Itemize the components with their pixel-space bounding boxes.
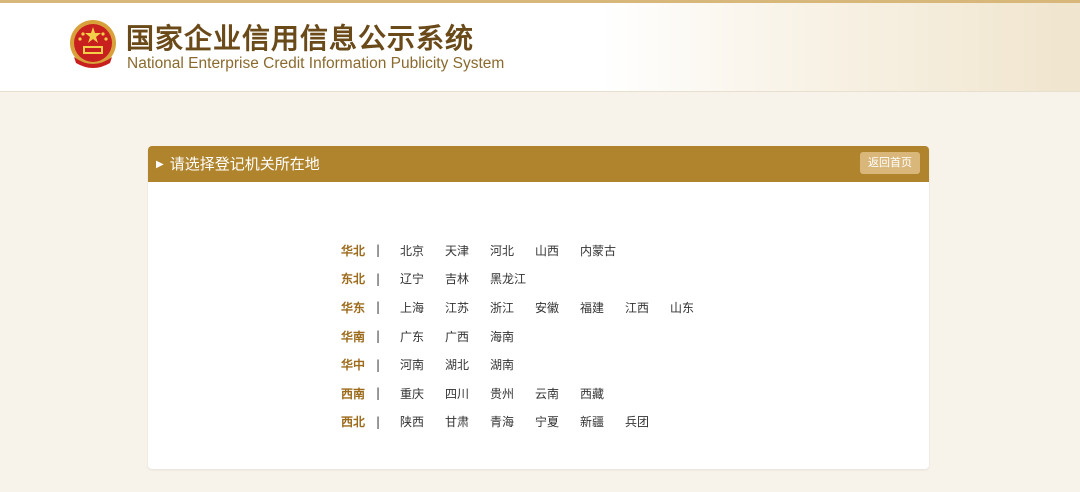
region-name: 华中 [341,358,366,373]
region-row: 华中 | 河南 湖北 湖南 [341,350,715,379]
region-name: 华南 [341,329,366,344]
site-title: 国家企业信用信息公示系统 [126,22,475,55]
province-link[interactable]: 安徽 [535,299,580,316]
region-row: 西南 | 重庆 四川 贵州 云南 西藏 [341,379,715,408]
province-link[interactable]: 甘肃 [445,413,490,430]
panel-title: ▶ 请选择登记机关所在地 [156,146,320,182]
region-select-panel: ▶ 请选择登记机关所在地 返回首页 华北 | 北京 天津 河北 山西 内蒙古东北 | 辽宁 吉林 黑龙… [148,146,929,469]
region-row: 华南 | 广东 广西 海南 [341,322,715,351]
province-link[interactable]: 兵团 [625,413,670,430]
province-link[interactable]: 宁夏 [535,413,580,430]
province-link[interactable]: 江西 [625,299,670,316]
province-link[interactable]: 福建 [580,299,625,316]
back-home-button[interactable]: 返回首页 [860,152,920,174]
province-link[interactable]: 陕西 [400,413,445,430]
province-link[interactable]: 青海 [490,413,535,430]
province-link[interactable]: 山东 [670,299,715,316]
province-link[interactable]: 山西 [535,242,580,259]
province-link[interactable]: 湖南 [490,356,535,373]
region-row: 华东 | 上海 江苏 浙江 安徽 福建 江西 山东 [341,293,715,322]
province-link[interactable]: 云南 [535,385,580,402]
region-separator: | [376,329,381,344]
region-separator: | [376,386,381,401]
province-link[interactable]: 新疆 [580,413,625,430]
region-name: 西北 [341,415,366,430]
region-separator: | [376,243,381,258]
region-separator: | [376,271,381,286]
panel-title-text: 请选择登记机关所在地 [169,155,320,173]
province-link[interactable]: 河南 [400,356,445,373]
province-link[interactable]: 吉林 [445,270,490,287]
region-separator: | [376,357,381,372]
province-link[interactable]: 河北 [490,242,535,259]
region-row: 西北 | 陕西 甘肃 青海 宁夏 新疆 兵团 [341,408,715,437]
site-header: 国家企业信用信息公示系统 National Enterprise Credit … [0,3,1080,92]
province-link[interactable]: 重庆 [400,385,445,402]
province-link[interactable]: 黑龙江 [490,270,535,287]
header-mountain-decoration [600,3,1080,91]
region-row: 东北 | 辽宁 吉林 黑龙江 [341,265,715,294]
region-separator: | [376,414,381,429]
region-name: 西南 [341,386,366,401]
region-list: 华北 | 北京 天津 河北 山西 内蒙古 东北 | 辽宁 吉林 黑龙江 华东 | 上海 江苏 浙江 安徽 福建 江西山… [341,236,715,436]
region-separator: | [376,300,381,315]
region-row: 华北 | 北京 天津 河北 山西 内蒙古 [341,236,715,265]
province-link[interactable]: 江苏 [445,299,490,316]
province-link[interactable]: 湖北 [445,356,490,373]
province-link[interactable]: 广西 [445,328,490,345]
national-emblem-icon [70,20,116,68]
province-link[interactable]: 辽宁 [400,270,445,287]
region-name: 东北 [341,272,366,287]
site-subtitle: National Enterprise Credit Information P… [127,55,505,72]
region-name: 华北 [341,243,366,258]
province-link[interactable]: 海南 [490,328,535,345]
province-link[interactable]: 上海 [400,299,445,316]
caret-right-icon: ▶ [156,159,164,170]
panel-header: ▶ 请选择登记机关所在地 返回首页 [148,146,929,182]
province-link[interactable]: 天津 [445,242,490,259]
province-link[interactable]: 贵州 [490,385,535,402]
province-link[interactable]: 北京 [400,242,445,259]
province-link[interactable]: 内蒙古 [580,242,625,259]
province-link[interactable]: 四川 [445,385,490,402]
province-link[interactable]: 广东 [400,328,445,345]
region-name: 华东 [341,300,366,315]
province-link[interactable]: 浙江 [490,299,535,316]
province-link[interactable]: 西藏 [580,385,625,402]
